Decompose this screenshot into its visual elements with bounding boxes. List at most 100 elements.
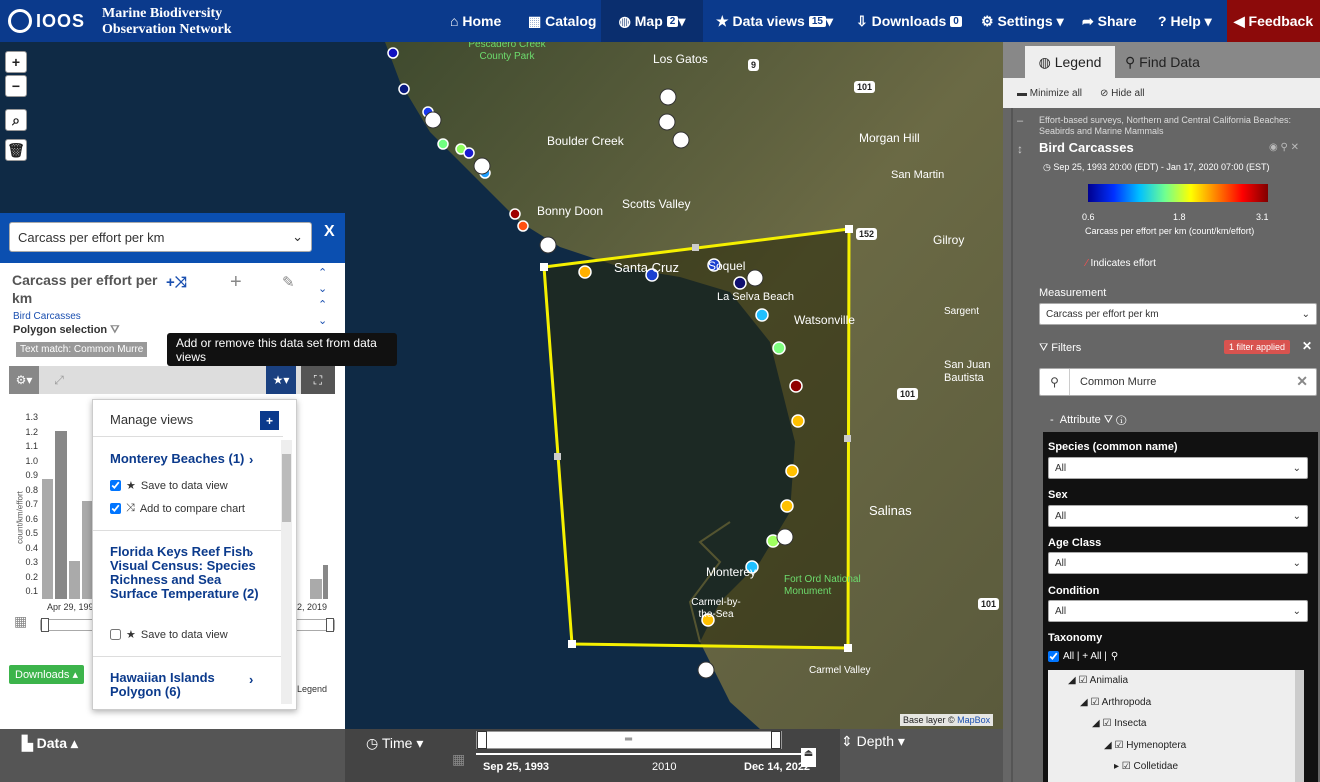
minimize-all-button[interactable]: ▬ Minimize all <box>1017 88 1082 99</box>
calendar-icon[interactable]: ▦ <box>14 613 27 630</box>
attribute-filters: Species (common name) All ⌄ Sex All ⌄ Age … <box>1043 432 1318 782</box>
clear-search-icon[interactable]: ✕ <box>1296 373 1308 390</box>
save-to-view-option[interactable]: ★ Save to data view <box>110 628 228 641</box>
caret-down-icon: ▾ <box>1200 12 1212 29</box>
mapbox-link[interactable]: MapBox <box>957 715 990 725</box>
condition-select[interactable]: All ⌄ <box>1048 600 1308 622</box>
ioos-logo[interactable]: IOOS <box>8 9 85 33</box>
trash-icon[interactable]: 🗑 <box>5 139 27 161</box>
nav-feedback[interactable]: ◀ Feedback <box>1227 0 1320 42</box>
nav-help[interactable]: ? Help ▾ <box>1158 0 1212 42</box>
depth-toggle[interactable]: ⇕ Depth ▾ <box>841 733 905 750</box>
tree-node[interactable]: ◢ ☑ Hymenoptera <box>1104 740 1186 751</box>
star-icon: ★▾ <box>272 373 290 387</box>
tree-node[interactable]: ◢ ☑ Arthropoda <box>1080 697 1151 708</box>
save-checkbox[interactable] <box>110 629 121 640</box>
tree-scrollbar[interactable] <box>1295 670 1304 782</box>
edit-icon[interactable]: ✎ <box>282 273 295 291</box>
downloads-button[interactable]: Downloads ▴ <box>9 665 84 684</box>
hide-all-button[interactable]: ⊘ Hide all <box>1100 88 1145 99</box>
collapse-layer-button[interactable]: – <box>1017 115 1023 127</box>
save-checkbox[interactable] <box>110 480 121 491</box>
add-view-button[interactable]: + <box>260 411 279 430</box>
nav-map[interactable]: ◍ Map 2 ▾ <box>601 0 703 42</box>
time-handle-right[interactable] <box>771 731 781 749</box>
view-item-hawaiian[interactable]: Hawaiian Islands Polygon (6) <box>110 671 250 699</box>
search-icon[interactable]: ⚲ <box>1111 651 1118 662</box>
filter-icon[interactable]: ⛛ <box>107 324 119 336</box>
downloads-badge: 0 <box>950 15 962 27</box>
taxonomy-all-checkbox[interactable] <box>1048 651 1059 662</box>
timeline-track <box>476 753 810 755</box>
clear-filters-icon[interactable]: ✕ <box>1302 339 1312 353</box>
attribute-toggle[interactable]: - Attribute ⛛ ⓘ <box>1050 414 1126 427</box>
tab-legend[interactable]: ◍ Legend <box>1025 46 1115 78</box>
nav-home[interactable]: ⌂ Home <box>450 0 501 42</box>
add-icon[interactable]: + <box>230 271 242 294</box>
time-range-slider[interactable]: ═ <box>476 731 782 749</box>
drag-handle-icon[interactable]: ↕ <box>1017 142 1023 156</box>
settings-dropdown-button[interactable]: ⚙▾ <box>9 366 39 394</box>
chevron-down-icon: ⌄ <box>1292 605 1301 617</box>
sex-select[interactable]: All ⌄ <box>1048 505 1308 527</box>
chevron-right-icon[interactable]: › <box>249 545 253 560</box>
text-match-tag[interactable]: Text match: Common Murre <box>16 342 148 357</box>
taxonomy-tree: ◢ ☑ Animalia ◢ ☑ Arthropoda ◢ ☑ Insecta … <box>1048 670 1304 782</box>
data-view-star-button[interactable]: ★▾ <box>266 366 296 394</box>
compare-chart-option[interactable]: ⤨ Add to compare chart <box>110 502 245 515</box>
measurement-dropdown[interactable]: Carcass per effort per km ⌄ <box>1039 303 1317 325</box>
time-drag-grip[interactable]: ═ <box>625 734 632 745</box>
manage-views-dropdown: Manage views + Monterey Beaches (1) › ★ S… <box>92 399 297 710</box>
zoom-to-extent-icon[interactable]: ⌕ <box>5 109 27 131</box>
tree-node[interactable]: ▸ ☑ Colletidae <box>1114 761 1178 772</box>
map-label-la-selva: La Selva Beach <box>717 291 795 303</box>
time-toggle[interactable]: ◷ Time ▾ <box>366 735 423 752</box>
tree-node-label: Insecta <box>1114 718 1147 729</box>
compare-chart-icon[interactable]: +⤨ <box>166 274 187 291</box>
logo-ring-icon <box>8 9 32 33</box>
zoom-in-button[interactable]: + <box>5 51 27 73</box>
zoom-out-button[interactable]: − <box>5 75 27 97</box>
tree-node[interactable]: ◢ ☑ Insecta <box>1092 718 1146 729</box>
time-end-label: Dec 14, 2022 <box>744 761 811 773</box>
tree-node[interactable]: ◢ ☑ Animalia <box>1068 675 1128 686</box>
close-panel-button[interactable]: X <box>324 223 335 241</box>
tab-find-data[interactable]: ⚲ Find Data <box>1125 46 1200 78</box>
age-class-select[interactable]: All ⌄ <box>1048 552 1308 574</box>
nav-share[interactable]: ➦ Share <box>1082 0 1137 42</box>
filter-search-input[interactable]: Common Murre <box>1080 376 1156 388</box>
range-handle-right[interactable] <box>326 618 334 632</box>
taxonomy-all-row[interactable]: All | + All | ⚲ <box>1048 651 1118 662</box>
brand[interactable]: IOOS Marine Biodiversity Observation Net… <box>8 6 232 37</box>
scrollbar-thumb[interactable] <box>282 454 291 522</box>
nav-catalog[interactable]: ▦ Catalog <box>528 0 596 42</box>
calendar-icon[interactable]: ▦ <box>452 751 465 768</box>
measurement-select[interactable]: Carcass per effort per km ⌄ <box>9 222 312 252</box>
dataset-link[interactable]: Bird Carcasses <box>13 311 81 322</box>
help-icon[interactable]: ⓘ <box>1113 414 1126 426</box>
nav-data-views[interactable]: ★ Data views 15 ▾ <box>716 0 833 42</box>
species-select[interactable]: All ⌄ <box>1048 457 1308 479</box>
search-icon[interactable]: ⚲ <box>1040 369 1070 395</box>
select-value: All <box>1055 462 1067 474</box>
compare-checkbox[interactable] <box>110 503 121 514</box>
hide-all-label: Hide all <box>1111 88 1145 99</box>
time-handle-left[interactable] <box>477 731 487 749</box>
view-item-florida[interactable]: Florida Keys Reef Fish Visual Census: Sp… <box>110 545 265 601</box>
chevron-right-icon[interactable]: › <box>249 452 253 467</box>
data-toggle[interactable]: ▙ Data ▴ <box>22 735 78 752</box>
dropdown-scrollbar[interactable] <box>281 440 292 704</box>
reorder-arrows[interactable]: ⌃ ⌄ ⌃ ⌄ <box>318 265 327 329</box>
range-handle-left[interactable] <box>41 618 49 632</box>
tree-node-label: Arthropoda <box>1101 697 1152 708</box>
nav-settings[interactable]: ⚙ Settings ▾ <box>981 0 1064 42</box>
filter-count-badge: 1 filter applied <box>1224 340 1291 354</box>
expand-icon[interactable]: ⤢ <box>49 366 69 394</box>
logo-text: IOOS <box>36 10 86 31</box>
layer-actions[interactable]: ◉ ⚲ ✕ <box>1269 142 1299 153</box>
fullscreen-icon[interactable]: ⛶ <box>301 366 335 394</box>
legend-toggle[interactable]: Legend <box>297 684 327 694</box>
nav-downloads[interactable]: ⇩ Downloads 0 <box>856 0 962 42</box>
chevron-right-icon[interactable]: › <box>249 672 253 687</box>
save-to-view-option[interactable]: ★ Save to data view <box>110 479 228 492</box>
